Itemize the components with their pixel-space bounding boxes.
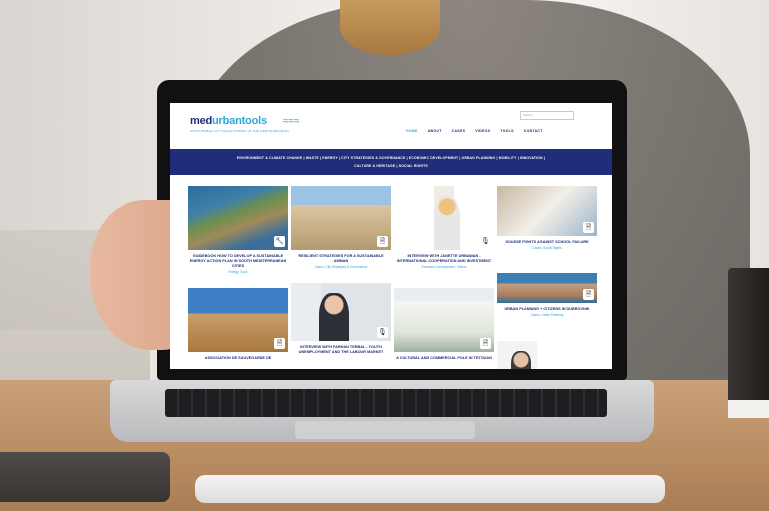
person-hair: [340, 0, 440, 55]
card-title[interactable]: ASSOCIATION DE SAUVEGARDE DE: [188, 356, 288, 361]
document-icon: 🗎: [480, 338, 491, 349]
laptop-keyboard: [165, 389, 607, 417]
card-title[interactable]: INTERVIEW WITH FARHAN TERBAL - YOUTH UNE…: [291, 345, 391, 355]
nav-contact[interactable]: CONTACT: [524, 129, 543, 133]
document-icon: 🗎: [274, 338, 285, 349]
card-title[interactable]: SOUSSE FIGHTS AGAINST SCHOOL FAILURE: [497, 240, 597, 245]
photo-scene: medurbantools ≈≈≈ SUSTAINABLE CITY DEVEL…: [0, 0, 769, 511]
card-dubrovnik-planning[interactable]: 🗎 URBAN PLANNING + CITIZENS IN DUBROVNIK…: [497, 273, 597, 317]
category-row-1[interactable]: ENVIRONMENT & CLIMATE CHANGE | WASTE | E…: [170, 156, 612, 160]
card-category[interactable]: Economic Development, Videos: [394, 265, 494, 269]
card-association-sauvegarde[interactable]: 🗎 ASSOCIATION DE SAUVEGARDE DE: [188, 288, 288, 361]
content-grid: 🔧 GUIDEBOOK HOW TO DEVELOP A SUSTAINABLE…: [185, 183, 605, 369]
coffee-cup-band: [728, 400, 769, 418]
top-navigation: HOME ABOUT CASES VIDEOS TOOLS CONTACT: [406, 129, 543, 133]
nav-tools[interactable]: TOOLS: [500, 129, 514, 133]
site-tagline: SUSTAINABLE CITY DEVELOPMENT IN THE MEDI…: [190, 129, 289, 133]
laptop-screen: medurbantools ≈≈≈ SUSTAINABLE CITY DEVEL…: [170, 103, 612, 369]
card-slide-interview[interactable]: [497, 341, 597, 369]
card-category[interactable]: Energy, Tools: [188, 270, 288, 274]
nav-cases[interactable]: CASES: [452, 129, 466, 133]
card-thumbnail[interactable]: 🗎: [497, 273, 597, 303]
card-thumbnail[interactable]: 🗎: [497, 186, 597, 236]
card-thumbnail[interactable]: 🗎: [394, 288, 494, 352]
card-thumbnail[interactable]: 🗎: [291, 186, 391, 250]
card-energy-guidebook[interactable]: 🔧 GUIDEBOOK HOW TO DEVELOP A SUSTAINABLE…: [188, 186, 288, 274]
search-input[interactable]: Search: [520, 111, 574, 120]
category-row-2[interactable]: CULTURE & HERITAGE | SOCIAL RIGHTS: [170, 164, 612, 168]
site-logo[interactable]: medurbantools: [190, 115, 267, 127]
document-icon: 🗎: [583, 222, 594, 233]
wrench-icon: 🔧: [274, 236, 285, 247]
card-title[interactable]: GUIDEBOOK HOW TO DEVELOP A SUSTAINABLE E…: [188, 254, 288, 269]
nav-about[interactable]: ABOUT: [428, 129, 442, 133]
logo-med: med: [190, 115, 213, 127]
laptop-trackpad: [295, 421, 475, 439]
card-sousse-school[interactable]: 🗎 SOUSSE FIGHTS AGAINST SCHOOL FAILURE C…: [497, 186, 597, 250]
site-header: medurbantools ≈≈≈ SUSTAINABLE CITY DEVEL…: [170, 103, 612, 149]
card-interview-janette[interactable]: 🎙 INTERVIEW WITH JANETTE URBAWAN - INTER…: [394, 186, 494, 269]
card-title[interactable]: A CULTURAL AND COMMERCIAL POLE IN TETOUA…: [394, 356, 494, 361]
card-resilient-amman[interactable]: 🗎 RESILIENT STRATEGIES FOR A SUSTAINABLE…: [291, 186, 391, 269]
microphone-icon: 🎙: [480, 236, 491, 247]
card-category[interactable]: Cases, City Strategies & Governance: [291, 265, 391, 269]
coffee-cup: [728, 268, 769, 418]
logo-wave-icon: ≈≈≈: [283, 116, 300, 127]
microphone-icon: 🎙: [377, 327, 388, 338]
card-title[interactable]: RESILIENT STRATEGIES FOR A SUSTAINABLE A…: [291, 254, 391, 264]
external-keyboard: [195, 475, 665, 503]
document-icon: 🗎: [583, 289, 594, 300]
logo-tools: urbantools: [212, 115, 267, 127]
card-category[interactable]: Cases, Social Rights: [497, 246, 597, 250]
card-thumbnail[interactable]: 🗎: [188, 288, 288, 352]
card-tetouan-pole[interactable]: 🗎 A CULTURAL AND COMMERCIAL POLE IN TETO…: [394, 288, 494, 361]
card-title[interactable]: INTERVIEW WITH JANETTE URBAWAN - INTERNA…: [394, 254, 494, 264]
card-thumbnail[interactable]: 🎙: [291, 283, 391, 341]
card-thumbnail[interactable]: 🎙: [394, 186, 494, 250]
document-icon: 🗎: [377, 236, 388, 247]
nav-videos[interactable]: VIDEOS: [475, 129, 490, 133]
category-bar: ENVIRONMENT & CLIMATE CHANGE | WASTE | E…: [170, 149, 612, 175]
card-thumbnail[interactable]: 🔧: [188, 186, 288, 250]
card-category[interactable]: Cases, Urban Planning: [497, 313, 597, 317]
card-thumbnail[interactable]: [497, 341, 597, 369]
card-title[interactable]: URBAN PLANNING + CITIZENS IN DUBROVNIK: [497, 307, 597, 312]
smartphone: [0, 452, 170, 502]
nav-home[interactable]: HOME: [406, 129, 418, 133]
card-interview-farhan[interactable]: 🎙 INTERVIEW WITH FARHAN TERBAL - YOUTH U…: [291, 283, 391, 355]
